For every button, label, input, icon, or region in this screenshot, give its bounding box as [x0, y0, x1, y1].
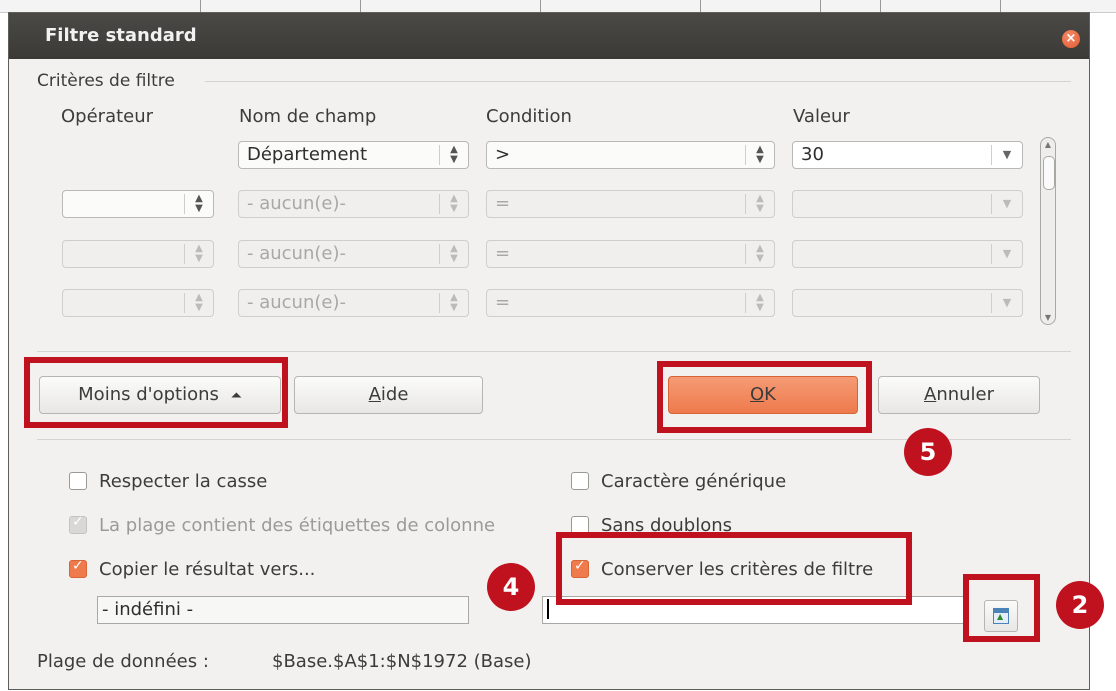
text-cursor: [547, 599, 549, 619]
field-name-select-3[interactable]: - aucun(e)- ▲ ▼: [238, 240, 469, 268]
criteria-section-label: Critères de filtre: [37, 71, 175, 91]
field-name-select-2[interactable]: - aucun(e)- ▲ ▼: [238, 190, 469, 218]
title-bar: Filtre standard ×: [9, 13, 1089, 59]
highlight-shrink-button: [963, 574, 1040, 642]
condition-value-2: =: [495, 193, 511, 214]
field-name-select-4[interactable]: - aucun(e)- ▲ ▼: [238, 289, 469, 317]
spin-arrows-icon: ▲ ▼: [745, 194, 774, 214]
condition-select-2[interactable]: = ▲ ▼: [486, 190, 775, 218]
help-mnemonic: A: [368, 384, 381, 405]
condition-select-4[interactable]: = ▲ ▼: [486, 289, 775, 317]
spin-arrows-icon: ▲ ▼: [184, 244, 213, 264]
standard-filter-dialog: Filtre standard × Critères de filtre Opé…: [8, 12, 1090, 690]
criteria-separator: [205, 81, 1071, 82]
highlight-keep-criteria: [556, 532, 912, 605]
callout-5: 5: [904, 428, 952, 476]
wildcards-option[interactable]: Caractère générique: [571, 471, 786, 492]
spin-arrows-icon[interactable]: ▲ ▼: [745, 145, 774, 165]
field-name-value-2: - aucun(e)-: [247, 193, 346, 214]
wildcards-label: Caractère générique: [601, 471, 787, 492]
condition-select-3[interactable]: = ▲ ▼: [486, 240, 775, 268]
spin-arrows-icon: ▲ ▼: [745, 244, 774, 264]
cancel-label-rest: nnuler: [936, 384, 995, 405]
case-sensitive-option[interactable]: Respecter la casse: [69, 471, 267, 492]
spin-arrows-icon[interactable]: ▲ ▼: [184, 194, 213, 214]
operator-select-2[interactable]: ▲ ▼: [62, 190, 214, 218]
spin-arrows-icon[interactable]: ▲ ▼: [439, 145, 468, 165]
cancel-mnemonic: A: [923, 384, 937, 405]
callout-2: 2: [1056, 581, 1104, 629]
field-name-select-1[interactable]: Département ▲ ▼: [238, 141, 469, 169]
value-text-1: 30: [801, 144, 824, 165]
dialog-title: Filtre standard: [45, 25, 197, 46]
spin-arrows-icon: ▲ ▼: [439, 293, 468, 313]
buttons-separator-top: [37, 351, 1071, 352]
copy-results-label: Copier le résultat vers...: [99, 559, 316, 580]
condition-value-3: =: [495, 243, 511, 264]
close-icon[interactable]: ×: [1062, 30, 1080, 48]
field-name-value-4: - aucun(e)-: [247, 292, 346, 313]
header-operator: Opérateur: [61, 106, 154, 127]
condition-value-1: >: [495, 144, 511, 165]
criteria-scrollbar[interactable]: ▲ ▼: [1040, 137, 1056, 325]
spin-arrows-icon: ▲ ▼: [439, 194, 468, 214]
dropdown-arrow-icon[interactable]: ▼: [991, 145, 1022, 165]
header-condition: Condition: [486, 106, 572, 127]
checkbox-icon[interactable]: [69, 558, 87, 578]
scrollbar-thumb[interactable]: [1043, 156, 1055, 190]
cancel-button[interactable]: Annuler: [878, 376, 1040, 414]
header-field-name: Nom de champ: [239, 106, 377, 127]
highlight-ok: [657, 361, 872, 433]
named-range-value: - indéfini -: [102, 599, 194, 620]
field-name-value-1: Département: [247, 144, 367, 165]
value-combo-2[interactable]: ▼: [792, 190, 1023, 218]
copy-results-option[interactable]: Copier le résultat vers...: [69, 558, 316, 580]
checkbox-icon[interactable]: [69, 472, 87, 490]
value-combo-1[interactable]: 30 ▼: [792, 141, 1023, 169]
spin-arrows-icon: ▲ ▼: [184, 293, 213, 313]
condition-select-1[interactable]: > ▲ ▼: [486, 141, 775, 169]
dropdown-arrow-icon: ▼: [991, 293, 1022, 313]
scroll-down-icon[interactable]: ▼: [1041, 313, 1055, 322]
data-range-value: $Base.$A$1:$N$1972 (Base): [272, 651, 532, 672]
spin-arrows-icon: ▲ ▼: [439, 244, 468, 264]
operator-select-4[interactable]: ▲ ▼: [62, 289, 214, 317]
checkbox-icon[interactable]: [69, 514, 87, 534]
help-button[interactable]: Aide: [294, 376, 483, 414]
dropdown-arrow-icon: ▼: [991, 244, 1022, 264]
data-range-label: Plage de données :: [37, 651, 209, 672]
help-label-rest: ide: [380, 384, 409, 405]
checkbox-icon[interactable]: [571, 472, 589, 490]
callout-4: 4: [487, 563, 535, 611]
value-combo-3[interactable]: ▼: [792, 240, 1023, 268]
scroll-up-icon[interactable]: ▲: [1041, 140, 1055, 149]
range-labels-label: La plage contient des étiquettes de colo…: [99, 515, 496, 536]
copy-target-named-range[interactable]: - indéfini -: [97, 596, 469, 624]
field-name-value-3: - aucun(e)-: [247, 243, 346, 264]
range-labels-option[interactable]: La plage contient des étiquettes de colo…: [69, 514, 496, 536]
spin-arrows-icon: ▲ ▼: [745, 293, 774, 313]
highlight-fewer-options: [24, 357, 288, 428]
case-sensitive-label: Respecter la casse: [99, 471, 268, 492]
value-combo-4[interactable]: ▼: [792, 289, 1023, 317]
operator-select-3[interactable]: ▲ ▼: [62, 240, 214, 268]
dropdown-arrow-icon: ▼: [991, 194, 1022, 214]
header-value: Valeur: [793, 106, 850, 127]
condition-value-4: =: [495, 292, 511, 313]
